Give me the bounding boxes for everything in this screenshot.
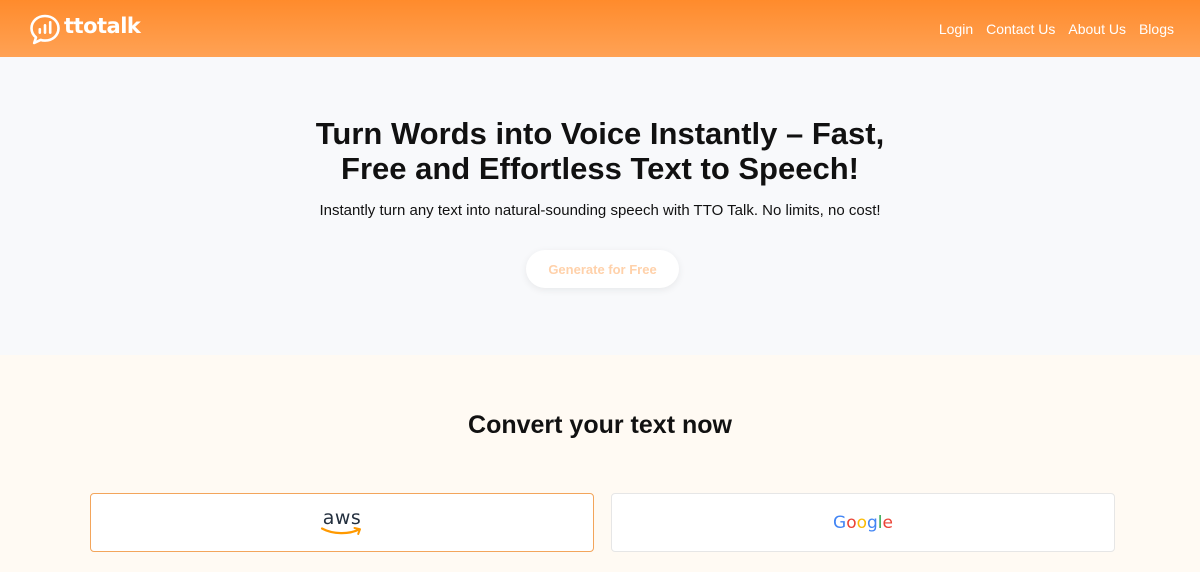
convert-section: Convert your text now aws Google [0, 355, 1200, 572]
aws-logo: aws [319, 508, 365, 536]
generate-for-free-button[interactable]: Generate for Free [526, 250, 679, 288]
brand-name: ttotalk [64, 13, 141, 38]
nav-contact-us-link[interactable]: Contact Us [986, 21, 1055, 37]
google-logo-letter: e [882, 512, 893, 533]
nav-about-us-link[interactable]: About Us [1068, 21, 1126, 37]
hero-section: Turn Words into Voice Instantly – Fast, … [0, 57, 1200, 355]
hero-title-line-2: Free and Effortless Text to Speech! [341, 151, 859, 186]
google-logo-letter: G [833, 512, 847, 533]
convert-title: Convert your text now [468, 411, 732, 439]
nav-blogs-link[interactable]: Blogs [1139, 21, 1174, 37]
main-nav: Login Contact Us About Us Blogs [939, 21, 1174, 37]
google-logo-letter: g [867, 512, 878, 533]
google-logo-letter: o [856, 512, 867, 533]
provider-aws-card[interactable]: aws [90, 493, 594, 552]
top-navbar: ttotalk Login Contact Us About Us Blogs [0, 0, 1200, 57]
hero-subtitle: Instantly turn any text into natural-sou… [319, 202, 881, 219]
aws-smile-arrow-icon [320, 526, 361, 535]
hero-title: Turn Words into Voice Instantly – Fast, … [0, 116, 1200, 186]
aws-logo-text: aws [322, 506, 362, 529]
hero-title-line-1: Turn Words into Voice Instantly – Fast, [315, 116, 885, 151]
provider-google-card[interactable]: Google [611, 493, 1115, 552]
chat-bubble-with-bars-icon [30, 14, 60, 44]
nav-login-link[interactable]: Login [939, 21, 973, 37]
google-logo: Google [833, 513, 893, 533]
brand-logo[interactable]: ttotalk [28, 12, 141, 46]
google-logo-letter: o [846, 512, 857, 533]
